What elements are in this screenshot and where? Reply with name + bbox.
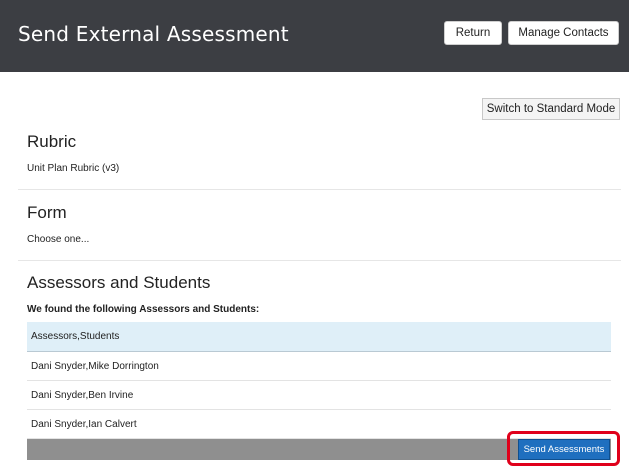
form-select[interactable]: Choose one... (27, 234, 89, 245)
return-button[interactable]: Return (444, 21, 502, 45)
table-row: Dani Snyder,Mike Dorrington (27, 352, 611, 381)
table-row: Dani Snyder,Ben Irvine (27, 381, 611, 410)
table-header: Assessors,Students (27, 322, 611, 352)
assessors-heading: Assessors and Students (27, 273, 211, 292)
rubric-heading: Rubric (27, 132, 77, 151)
found-text: We found the following Assessors and Stu… (27, 304, 260, 315)
send-assessments-button[interactable]: Send Assessments (518, 439, 610, 460)
manage-contacts-button[interactable]: Manage Contacts (508, 21, 619, 45)
assessors-table: Assessors,Students Dani Snyder,Mike Dorr… (27, 322, 611, 439)
rubric-value[interactable]: Unit Plan Rubric (v3) (27, 163, 119, 174)
divider (18, 189, 621, 190)
switch-to-standard-mode-button[interactable]: Switch to Standard Mode (482, 98, 620, 120)
top-bar: Send External Assessment Return Manage C… (0, 0, 629, 72)
page-title: Send External Assessment (18, 22, 289, 46)
table-row: Dani Snyder,Ian Calvert (27, 410, 611, 439)
form-heading: Form (27, 203, 67, 222)
divider (18, 260, 621, 261)
